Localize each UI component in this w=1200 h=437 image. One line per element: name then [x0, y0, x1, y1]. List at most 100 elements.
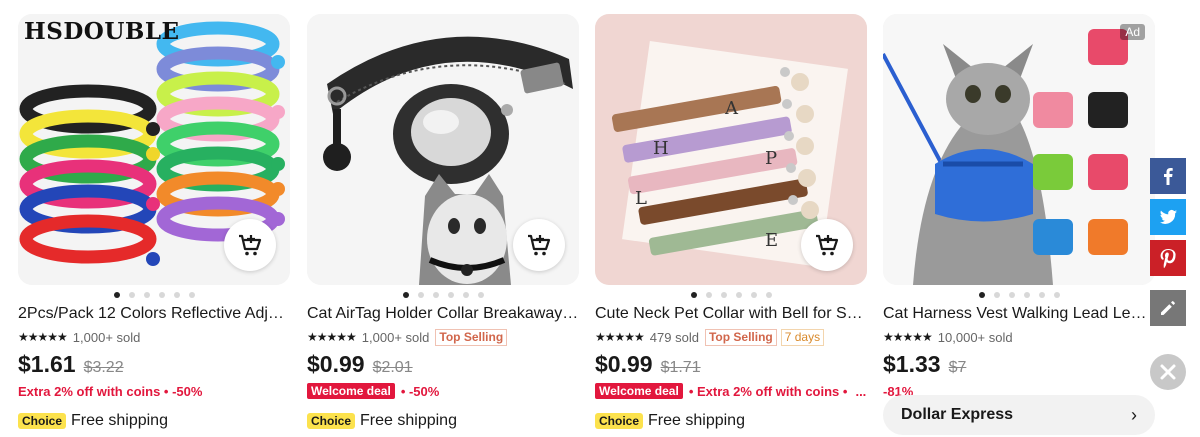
- carousel-dots[interactable]: [595, 291, 867, 299]
- welcome-deal-badge: Welcome deal: [307, 383, 395, 399]
- cart-plus-icon: [528, 234, 551, 256]
- shipping-row: Choice Free shipping: [18, 411, 290, 431]
- carousel-dots[interactable]: [883, 291, 1155, 299]
- price-row: $1.61 $3.22: [18, 351, 290, 379]
- carousel-dot[interactable]: [993, 292, 1000, 298]
- product-card[interactable]: Ad Cat Harness Vest Walking Lead Leash .…: [883, 14, 1155, 437]
- welcome-deal-badge: Welcome deal: [595, 383, 683, 399]
- edit-button[interactable]: [1150, 290, 1186, 326]
- sold-count: 479 sold: [649, 329, 699, 345]
- carousel-dot[interactable]: [113, 292, 120, 298]
- product-card[interactable]: HSDOUBLE 2Pcs/Pack 12 Colors Reflective …: [18, 14, 290, 437]
- pencil-icon: [1161, 301, 1175, 315]
- carousel-dot[interactable]: [765, 292, 772, 298]
- rating-row: ★★★★★ 1,000+ sold: [18, 327, 290, 347]
- product-image[interactable]: A H P L E: [595, 14, 867, 285]
- ad-badge: Ad: [1120, 24, 1145, 40]
- current-price: $1.61: [18, 351, 76, 377]
- svg-text:L: L: [635, 188, 647, 209]
- current-price: $0.99: [307, 351, 365, 377]
- product-grid: HSDOUBLE 2Pcs/Pack 12 Colors Reflective …: [18, 14, 1158, 437]
- carousel-dot[interactable]: [432, 292, 439, 298]
- sold-count: 1,000+ sold: [72, 329, 141, 345]
- carousel-dot[interactable]: [173, 292, 180, 298]
- star-rating: ★★★★★: [18, 330, 68, 344]
- product-image[interactable]: HSDOUBLE: [18, 14, 290, 285]
- chevron-right-icon: ›: [1131, 404, 1137, 425]
- cat-harness-illustration: [883, 14, 1155, 285]
- product-card[interactable]: Cat AirTag Holder Collar Breakaway Refle…: [307, 14, 579, 437]
- shipping-row: Choice Free shipping: [307, 411, 579, 431]
- rating-row: ★★★★★ 1,000+ sold Top Selling: [307, 327, 579, 347]
- carousel-dot[interactable]: [143, 292, 150, 298]
- promo-row: Welcome deal • -50%: [307, 381, 579, 401]
- promo-row: Welcome deal • Extra 2% off with coins •…: [595, 381, 867, 401]
- star-rating: ★★★★★: [595, 330, 645, 344]
- carousel-dot[interactable]: [417, 292, 424, 298]
- carousel-dot[interactable]: [690, 292, 697, 298]
- twitter-icon: [1159, 209, 1177, 224]
- carousel-dots[interactable]: [307, 291, 579, 299]
- add-to-cart-button[interactable]: [224, 219, 276, 271]
- carousel-dot[interactable]: [188, 292, 195, 298]
- carousel-dot[interactable]: [462, 292, 469, 298]
- dollar-express-label: Dollar Express: [901, 406, 1014, 423]
- product-title[interactable]: Cat AirTag Holder Collar Breakaway Refle…: [307, 304, 579, 324]
- pinterest-share-button[interactable]: [1150, 240, 1186, 276]
- carousel-dot[interactable]: [750, 292, 757, 298]
- carousel-dots[interactable]: [18, 291, 290, 299]
- carousel-dot[interactable]: [1038, 292, 1045, 298]
- carousel-dot[interactable]: [158, 292, 165, 298]
- carousel-dot[interactable]: [1053, 292, 1060, 298]
- carousel-dot[interactable]: [1023, 292, 1030, 298]
- close-share-button[interactable]: [1150, 354, 1186, 390]
- product-title[interactable]: Cute Neck Pet Collar with Bell for Small…: [595, 304, 867, 324]
- svg-text:H: H: [653, 138, 669, 159]
- top-selling-tag: Top Selling: [435, 328, 508, 346]
- carousel-dot[interactable]: [705, 292, 712, 298]
- carousel-dot[interactable]: [477, 292, 484, 298]
- dollar-express-button[interactable]: Dollar Express ›: [883, 395, 1155, 435]
- carousel-dot[interactable]: [402, 292, 409, 298]
- rating-row: ★★★★★ 479 sold Top Selling 7 days: [595, 327, 867, 347]
- choice-badge: Choice: [18, 413, 67, 429]
- svg-text:E: E: [765, 230, 778, 251]
- facebook-share-button[interactable]: [1150, 158, 1186, 194]
- current-price: $0.99: [595, 351, 653, 377]
- rating-row: ★★★★★ 10,000+ sold: [883, 327, 1155, 347]
- carousel-dot[interactable]: [978, 292, 985, 298]
- pinterest-icon: [1160, 249, 1176, 269]
- shipping-row: Choice Free shipping: [595, 411, 867, 431]
- close-icon: [1160, 364, 1176, 380]
- add-to-cart-button[interactable]: [801, 219, 853, 271]
- carousel-dot[interactable]: [128, 292, 135, 298]
- product-image[interactable]: [307, 14, 579, 285]
- promo-text: Extra 2% off with coins • -50%: [18, 383, 203, 399]
- choice-badge: Choice: [307, 413, 356, 429]
- carousel-dot[interactable]: [735, 292, 742, 298]
- facebook-icon: [1164, 168, 1173, 185]
- product-image[interactable]: Ad: [883, 14, 1155, 285]
- carousel-dot[interactable]: [720, 292, 727, 298]
- star-rating: ★★★★★: [307, 330, 357, 344]
- cart-plus-icon: [816, 234, 839, 256]
- svg-text:P: P: [765, 148, 777, 169]
- product-card[interactable]: A H P L E Cute Neck Pet Collar with Bell for…: [595, 14, 867, 437]
- promo-row: Extra 2% off with coins • -50%: [18, 381, 290, 401]
- add-to-cart-button[interactable]: [513, 219, 565, 271]
- top-selling-tag: Top Selling: [704, 328, 777, 346]
- product-title[interactable]: 2Pcs/Pack 12 Colors Reflective Adjustabl…: [18, 304, 290, 324]
- carousel-dot[interactable]: [1008, 292, 1015, 298]
- carousel-dot[interactable]: [447, 292, 454, 298]
- original-price: $7: [948, 359, 967, 376]
- original-price: $1.71: [660, 359, 701, 376]
- current-price: $1.33: [883, 351, 941, 377]
- original-price: $2.01: [372, 359, 413, 376]
- twitter-share-button[interactable]: [1150, 199, 1186, 235]
- brand-logo: HSDOUBLE: [24, 18, 180, 45]
- promo-more: ...: [855, 383, 867, 399]
- star-rating: ★★★★★: [883, 330, 933, 344]
- product-title[interactable]: Cat Harness Vest Walking Lead Leash ...: [883, 304, 1155, 324]
- delivery-days-tag: 7 days: [780, 328, 825, 346]
- sold-count: 1,000+ sold: [361, 329, 430, 345]
